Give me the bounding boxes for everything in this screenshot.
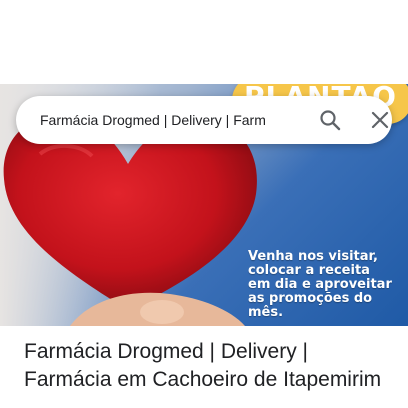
promo-line: colocar a receita [248, 263, 370, 278]
close-icon[interactable] [368, 108, 392, 132]
result-title[interactable]: Farmácia Drogmed | Delivery | Farmácia e… [24, 338, 394, 394]
search-bar[interactable]: Farmácia Drogmed | Delivery | Farm [16, 96, 392, 144]
promo-line: em dia e aproveitar [248, 277, 392, 292]
search-icon[interactable] [318, 108, 342, 132]
search-query-text[interactable]: Farmácia Drogmed | Delivery | Farm [40, 112, 288, 128]
top-blank-area [0, 0, 408, 84]
promo-line: Venha nos visitar, [248, 249, 378, 264]
promo-text: Venha nos visitar, colocar a receita em … [248, 250, 403, 320]
promo-line: as promoções do [248, 291, 373, 306]
promo-line: mês. [248, 305, 284, 320]
